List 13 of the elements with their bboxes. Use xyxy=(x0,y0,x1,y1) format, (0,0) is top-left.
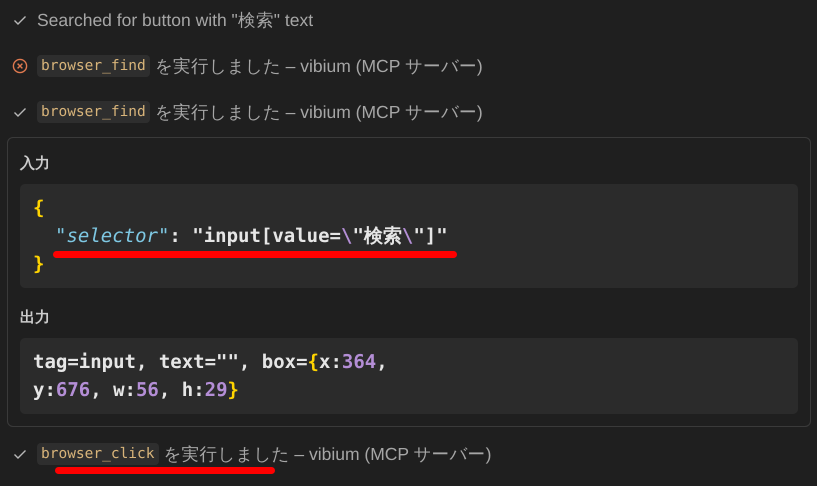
code-line: { xyxy=(33,196,44,221)
step-text: を実行しました – vibium (MCP サーバー) xyxy=(164,443,492,466)
tool-name: browser_find xyxy=(37,55,150,77)
step-text: を実行しました – vibium (MCP サーバー) xyxy=(154,101,483,124)
section-heading: 出力 xyxy=(20,308,50,328)
code-line: "selector": "input[value=\"検索\"]" xyxy=(33,222,448,250)
tool-name: browser_find xyxy=(37,101,150,123)
section-heading: 入力 xyxy=(20,154,50,174)
code-line: y:676, w:56, h:29} xyxy=(33,378,239,403)
step-text: Searched for button with "検索" text xyxy=(37,9,314,32)
code-line: } xyxy=(33,252,44,277)
code-line: tag=input, text="", box={x:364, xyxy=(33,350,388,375)
step-text: を実行しました – vibium (MCP サーバー) xyxy=(154,55,483,78)
